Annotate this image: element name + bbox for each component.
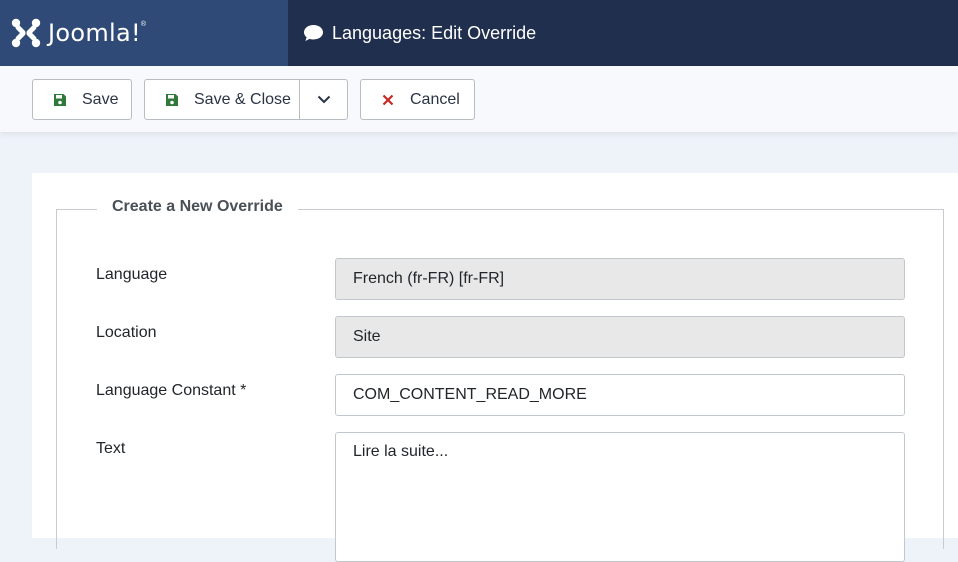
floppy-disk-icon [162, 90, 182, 110]
cancel-button[interactable]: Cancel [360, 79, 475, 120]
save-close-button-label: Save & Close [194, 90, 291, 108]
logo-registered-mark: ® [140, 20, 147, 28]
joomla-logo-icon [11, 18, 41, 48]
times-icon [378, 90, 398, 110]
logo-area[interactable]: Joomla! ® [0, 0, 288, 66]
form-card: Create a New Override Language French (f… [32, 173, 958, 562]
toolbar: Save Save & Close Cancel [0, 66, 958, 132]
text-textarea[interactable]: Lire la suite... [335, 432, 905, 562]
comment-icon [304, 25, 323, 41]
chevron-down-icon [317, 95, 331, 104]
save-options-dropdown-toggle[interactable] [299, 80, 348, 119]
language-constant-label: Language Constant * [96, 382, 247, 399]
save-button-label: Save [82, 90, 119, 108]
save-close-button[interactable]: Save & Close [145, 80, 299, 119]
cancel-button-label: Cancel [410, 90, 460, 108]
text-label: Text [96, 440, 126, 457]
save-close-button-group: Save & Close [144, 79, 348, 120]
language-label: Language [96, 266, 168, 283]
fieldset-legend: Create a New Override [97, 198, 298, 216]
floppy-disk-icon [50, 90, 70, 110]
language-field: French (fr-FR) [fr-FR] [335, 258, 905, 300]
app-header: Joomla! ® Languages: Edit Override [0, 0, 958, 66]
language-constant-input[interactable]: COM_CONTENT_READ_MORE [335, 374, 905, 416]
page-title-wrap: Languages: Edit Override [303, 0, 536, 66]
location-field: Site [335, 316, 905, 358]
override-fieldset: Create a New Override Language French (f… [56, 198, 944, 562]
location-label: Location [96, 324, 157, 341]
save-button[interactable]: Save [32, 79, 132, 120]
logo-text: Joomla! [48, 19, 141, 47]
page-title: Languages: Edit Override [332, 22, 537, 43]
